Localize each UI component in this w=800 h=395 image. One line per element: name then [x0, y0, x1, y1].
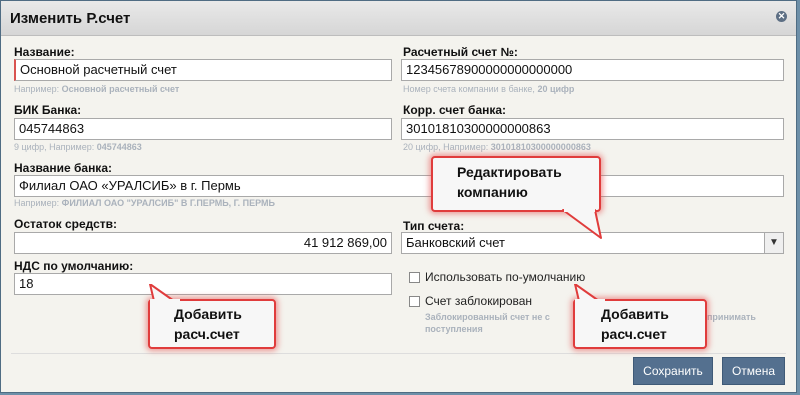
edit-company-callout: Редактировать компанию [431, 156, 601, 212]
edit-company-callout-line2: компанию [457, 184, 528, 200]
bank-name-field[interactable]: Филиал ОАО «УРАЛСИБ» в г. Пермь [14, 175, 784, 197]
bik-label: БИК Банка: [14, 103, 82, 117]
vat-field[interactable]: 18 [14, 273, 392, 295]
name-hint-example: Основной расчетный счет [61, 84, 180, 94]
corr-account-hint: 20 цифр, Например: 30101810300000000863 [403, 142, 591, 152]
save-button[interactable]: Сохранить [633, 357, 713, 385]
name-label: Название: [14, 45, 75, 59]
close-icon[interactable]: ✕ [776, 11, 787, 22]
bank-name-hint-example: ФИЛИАЛ ОАО "УРАЛСИБ" В Г.ПЕРМЬ, Г. ПЕРМЬ [61, 198, 275, 208]
add-account-right-line1: Добавить [601, 306, 669, 322]
account-number-label: Расчетный счет №: [403, 45, 518, 59]
dialog-titlebar: Изменить Р.счет ✕ [1, 1, 796, 36]
add-account-left-line1: Добавить [174, 306, 242, 322]
cancel-button[interactable]: Отмена [722, 357, 785, 385]
name-hint: Например: Основной расчетный счет [14, 84, 179, 94]
bank-name-hint: Например: ФИЛИАЛ ОАО "УРАЛСИБ" В Г.ПЕРМЬ… [14, 198, 275, 208]
corr-account-label: Корр. счет банка: [403, 103, 507, 117]
chevron-down-icon[interactable]: ▼ [764, 233, 783, 253]
account-number-hint: Номер счета компании в банке, 20 цифр [403, 84, 574, 94]
bik-field[interactable]: 045744863 [14, 118, 392, 140]
default-checkbox-label: Использовать по-умолчанию [425, 270, 586, 284]
bik-hint-example: 045744863 [96, 142, 142, 152]
bik-hint: 9 цифр, Например: 045744863 [14, 142, 142, 152]
account-number-field[interactable]: 12345678900000000000000 [401, 59, 784, 81]
callout-pointer-left [149, 284, 180, 304]
blocked-hint-line1: Заблокированный счет не с [425, 312, 550, 322]
corr-account-hint-prefix: 20 цифр, Например: [403, 142, 489, 152]
name-field[interactable]: Основной расчетный счет [14, 59, 392, 81]
blocked-hint-line2: поступления [425, 324, 483, 334]
account-type-value: Банковский счет [406, 235, 505, 250]
dialog-title: Изменить Р.счет [10, 10, 131, 27]
balance-label: Остаток средств: [14, 217, 118, 231]
account-number-hint-example: 20 цифр [537, 84, 575, 94]
bank-name-hint-prefix: Например: [14, 198, 60, 208]
account-number-hint-prefix: Номер счета компании в банке, [403, 84, 535, 94]
edit-company-callout-line1: Редактировать [457, 164, 562, 180]
bank-name-label: Название банка: [14, 161, 112, 175]
edit-account-dialog: Изменить Р.счет ✕ Название: Основной рас… [0, 0, 797, 393]
default-checkbox[interactable] [409, 272, 420, 283]
account-type-label: Тип счета: [403, 219, 465, 233]
add-account-left-line2: расч.счет [174, 326, 240, 342]
footer-divider [11, 353, 786, 354]
callout-pointer-right [574, 284, 605, 304]
callout-pointer-edit [562, 206, 602, 239]
balance-field[interactable]: 41 912 869,00 [14, 232, 392, 254]
corr-account-field[interactable]: 30101810300000000863 [401, 118, 784, 140]
add-account-callout-left: Добавить расч.счет [148, 299, 276, 349]
add-account-right-line2: расч.счет [601, 326, 667, 342]
add-account-callout-right: Добавить расч.счет [573, 299, 707, 349]
vat-label: НДС по умолчанию: [14, 259, 134, 273]
blocked-hint-line1-tail: принимать [707, 312, 756, 322]
blocked-checkbox-label: Счет заблокирован [425, 294, 533, 308]
corr-account-hint-example: 30101810300000000863 [490, 142, 591, 152]
name-hint-prefix: Например: [14, 84, 60, 94]
blocked-checkbox[interactable] [409, 296, 420, 307]
bik-hint-prefix: 9 цифр, Например: [14, 142, 95, 152]
